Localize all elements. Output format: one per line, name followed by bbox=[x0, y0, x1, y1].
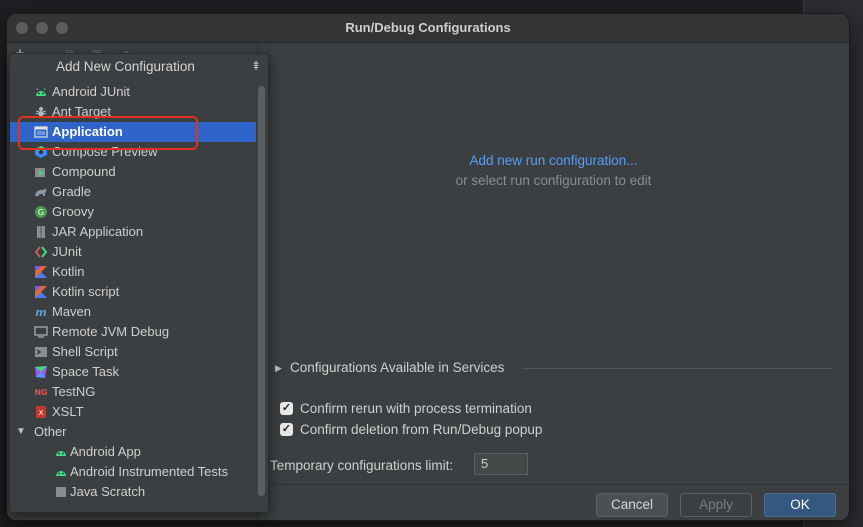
list-item-label: Compound bbox=[52, 164, 116, 179]
list-item-label: Kotlin script bbox=[52, 284, 120, 299]
remote-debug-icon bbox=[34, 326, 48, 338]
list-item-label: Android JUnit bbox=[52, 84, 131, 99]
kotlin-script-icon bbox=[35, 286, 47, 298]
confirm-deletion-checkbox[interactable]: ✓ bbox=[280, 423, 293, 436]
space-icon bbox=[35, 366, 47, 378]
list-item-remote-jvm-debug[interactable]: Remote JVM Debug bbox=[10, 322, 256, 342]
java-icon bbox=[56, 487, 66, 497]
list-item-label: JUnit bbox=[52, 244, 82, 259]
confirm-rerun-checkbox[interactable]: ✓ bbox=[280, 402, 293, 415]
list-item-label: Application bbox=[52, 124, 123, 139]
groovy-icon: G bbox=[35, 206, 47, 218]
compound-icon bbox=[35, 168, 45, 177]
maven-icon: m bbox=[35, 306, 46, 319]
list-item-xslt[interactable]: X XSLT bbox=[10, 402, 256, 422]
cancel-button[interactable]: Cancel bbox=[596, 493, 668, 517]
svg-text:G: G bbox=[38, 208, 44, 217]
list-item-label: TestNG bbox=[52, 384, 96, 399]
group-other[interactable]: ▼ Other bbox=[10, 422, 256, 442]
ant-icon bbox=[35, 107, 47, 117]
testng-icon: NG bbox=[34, 388, 47, 397]
list-item-shell-script[interactable]: Shell Script bbox=[10, 342, 256, 362]
list-item-label: Groovy bbox=[52, 204, 94, 219]
temporary-limit-label: Temporary configurations limit: bbox=[270, 458, 454, 473]
list-item-space-task[interactable]: Space Task bbox=[10, 362, 256, 382]
collapse-all-icon[interactable]: ⇞ bbox=[250, 58, 262, 74]
list-item-compound[interactable]: Compound bbox=[10, 162, 256, 182]
section-divider bbox=[522, 368, 832, 369]
list-item-junit[interactable]: JUnit bbox=[10, 242, 256, 262]
list-item-kotlin[interactable]: Kotlin bbox=[10, 262, 256, 282]
list-item-jar-application[interactable]: JAR Application bbox=[10, 222, 256, 242]
expand-arrow-icon[interactable]: ▶ bbox=[275, 358, 282, 378]
footer-divider bbox=[258, 484, 849, 485]
android-icon bbox=[56, 451, 66, 456]
configuration-editor-pane: Add new run configuration... or select r… bbox=[258, 43, 849, 520]
list-item-ant-target[interactable]: Ant Target bbox=[10, 102, 256, 122]
svg-text:X: X bbox=[39, 409, 44, 417]
list-item-label: JAR Application bbox=[52, 224, 144, 239]
list-item-label: Maven bbox=[52, 304, 92, 319]
list-item-label: Shell Script bbox=[52, 344, 118, 359]
xslt-icon: X bbox=[36, 406, 46, 418]
application-icon bbox=[34, 126, 48, 138]
list-item-label: Android Instrumented Tests bbox=[70, 464, 229, 479]
list-item-label: Space Task bbox=[52, 364, 119, 379]
window-title: Run/Debug Configurations bbox=[345, 20, 511, 35]
list-item-testng[interactable]: NG TestNG bbox=[10, 382, 256, 402]
list-item-label: Compose Preview bbox=[52, 144, 158, 159]
add-new-configuration-popup: Add New Configuration ⇞ Android JUnit An… bbox=[9, 53, 269, 513]
configuration-type-list: Android JUnit Ant Target Application Com… bbox=[10, 82, 256, 512]
kotlin-icon bbox=[35, 266, 47, 278]
add-new-configuration-link[interactable]: Add new run configuration... bbox=[258, 153, 849, 168]
list-item-label: Gradle bbox=[52, 184, 92, 199]
list-scrollbar[interactable] bbox=[258, 82, 266, 506]
svg-text:m: m bbox=[35, 306, 46, 319]
list-item-maven[interactable]: m Maven bbox=[10, 302, 256, 322]
chevron-down-icon[interactable]: ▼ bbox=[16, 422, 28, 442]
group-label: Other bbox=[34, 424, 67, 439]
list-item-label: Kotlin bbox=[52, 264, 85, 279]
svg-text:NG: NG bbox=[34, 388, 47, 397]
gradle-icon bbox=[35, 188, 47, 196]
android-icon bbox=[36, 88, 46, 96]
list-item-label: XSLT bbox=[52, 404, 84, 419]
compose-icon bbox=[35, 146, 47, 158]
list-item-java-scratch[interactable]: Java Scratch bbox=[10, 482, 256, 502]
scrollbar-thumb[interactable] bbox=[258, 86, 265, 496]
list-item-groovy[interactable]: G Groovy bbox=[10, 202, 256, 222]
select-hint-text: or select run configuration to edit bbox=[455, 173, 652, 188]
services-label: Configurations Available in Services bbox=[290, 360, 505, 375]
shell-icon bbox=[35, 347, 47, 357]
list-item-kotlin-script[interactable]: Kotlin script bbox=[10, 282, 256, 302]
list-item-compose-preview[interactable]: Compose Preview bbox=[10, 142, 256, 162]
apply-button[interactable]: Apply bbox=[680, 493, 752, 517]
android-icon bbox=[56, 471, 66, 476]
list-item-label: Ant Target bbox=[52, 104, 112, 119]
list-item-application[interactable]: Application bbox=[10, 122, 256, 142]
confirm-deletion-label: Confirm deletion from Run/Debug popup bbox=[300, 422, 543, 437]
list-item-label: Android App bbox=[70, 444, 141, 459]
list-item-label: Java Scratch bbox=[70, 484, 146, 499]
popup-title: Add New Configuration bbox=[56, 59, 195, 74]
junit-icon bbox=[34, 246, 48, 258]
jar-icon bbox=[37, 226, 45, 238]
temporary-limit-input[interactable]: 5 bbox=[474, 453, 528, 475]
list-item-label: Remote JVM Debug bbox=[52, 324, 170, 339]
list-item-android-junit[interactable]: Android JUnit bbox=[10, 82, 256, 102]
list-item-android-instrumented-tests[interactable]: Android Instrumented Tests bbox=[10, 462, 256, 482]
title-bar: Run/Debug Configurations bbox=[7, 14, 849, 43]
popup-header: Add New Configuration ⇞ bbox=[10, 54, 268, 80]
ok-button[interactable]: OK bbox=[764, 493, 836, 517]
list-item-android-app[interactable]: Android App bbox=[10, 442, 256, 462]
list-item-gradle[interactable]: Gradle bbox=[10, 182, 256, 202]
services-section[interactable]: ▶ Configurations Available in Services bbox=[275, 358, 835, 378]
confirm-rerun-label: Confirm rerun with process termination bbox=[300, 401, 532, 416]
